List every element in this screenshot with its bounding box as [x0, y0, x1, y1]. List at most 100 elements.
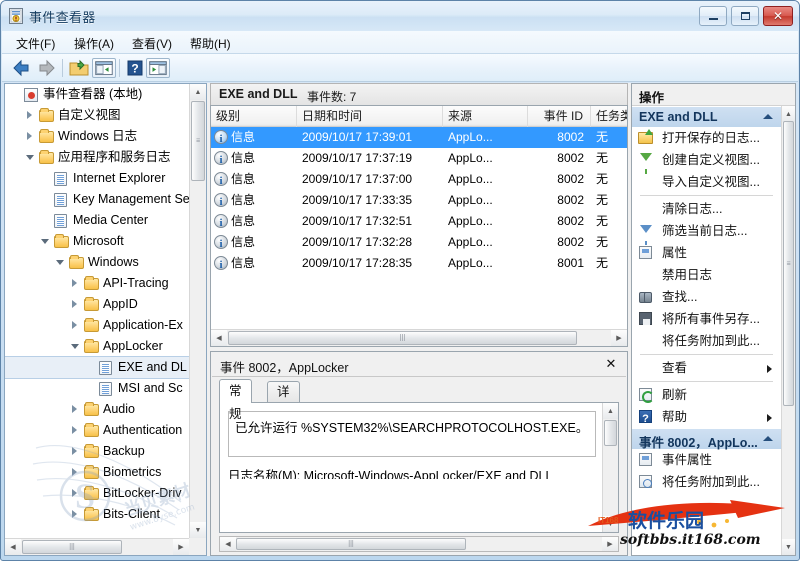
- detail-scroll-left-arrow[interactable]: ◀: [220, 537, 236, 551]
- tree-node[interactable]: 应用程序和服务日志: [5, 147, 189, 168]
- tree-scroll-up-arrow[interactable]: ▲: [190, 84, 206, 100]
- detail-horizontal-scrollbar[interactable]: ◀ ||| ▶: [219, 536, 619, 552]
- chevron-down-icon[interactable]: [41, 237, 50, 246]
- submenu-arrow-icon[interactable]: [767, 365, 772, 373]
- table-row[interactable]: 信息 2009/10/17 17:39:01 AppLo... 8002 无: [211, 127, 627, 150]
- forward-button[interactable]: [36, 58, 58, 78]
- tree-node[interactable]: Key Management Ser: [5, 189, 189, 210]
- minimize-button[interactable]: [699, 6, 727, 26]
- table-row[interactable]: 信息 2009/10/17 17:32:28 AppLo... 8002 无: [211, 232, 627, 255]
- tree-node[interactable]: Authentication: [5, 420, 189, 441]
- tree-node[interactable]: 事件查看器 (本地): [5, 84, 189, 105]
- tree-node[interactable]: Microsoft: [5, 231, 189, 252]
- chevron-right-icon[interactable]: [71, 405, 80, 414]
- tree-node[interactable]: AppLocker: [5, 336, 189, 357]
- chevron-right-icon[interactable]: [71, 447, 80, 456]
- action-item[interactable]: 将所有事件另存...: [632, 308, 781, 330]
- detail-close-icon[interactable]: ✕: [603, 356, 619, 372]
- tree-node[interactable]: Windows: [5, 252, 189, 273]
- tree-node[interactable]: AppID: [5, 294, 189, 315]
- chevron-right-icon[interactable]: [71, 300, 80, 309]
- chevron-up-icon[interactable]: [763, 436, 773, 441]
- submenu-arrow-icon[interactable]: [767, 414, 772, 422]
- actions-scroll-up-arrow[interactable]: ▲: [782, 106, 795, 122]
- menu-file[interactable]: 文件(F): [10, 34, 61, 51]
- menu-help[interactable]: 帮助(H): [184, 34, 237, 51]
- tree-node[interactable]: Bits-Client: [5, 504, 189, 525]
- chevron-right-icon[interactable]: [71, 489, 80, 498]
- actions-vertical-thumb[interactable]: ≡: [783, 121, 794, 406]
- action-item[interactable]: 查找...: [632, 286, 781, 308]
- action-item[interactable]: 禁用日志: [632, 264, 781, 286]
- table-row[interactable]: 信息 2009/10/17 17:28:35 AppLo... 8001 无: [211, 253, 627, 276]
- table-row[interactable]: 信息 2009/10/17 17:33:35 AppLo... 8002 无: [211, 190, 627, 213]
- tree-node[interactable]: Media Center: [5, 210, 189, 231]
- detail-vertical-thumb[interactable]: [604, 420, 617, 446]
- chevron-down-icon[interactable]: [71, 342, 80, 351]
- action-item[interactable]: 刷新: [632, 384, 781, 406]
- detail-scroll-up-arrow[interactable]: ▲: [603, 403, 618, 419]
- menu-action[interactable]: 操作(A): [68, 34, 120, 51]
- tree-node[interactable]: Application-Ex: [5, 315, 189, 336]
- column-header[interactable]: 级别: [211, 106, 297, 127]
- tree-node[interactable]: Backup: [5, 441, 189, 462]
- list-horizontal-thumb[interactable]: |||: [228, 331, 577, 345]
- open-saved-log-button[interactable]: [68, 58, 90, 78]
- tab-details[interactable]: 详细信息: [267, 381, 300, 459]
- action-item[interactable]: 导入自定义视图...: [632, 171, 781, 193]
- menu-view[interactable]: 查看(V): [126, 34, 178, 51]
- close-button[interactable]: ✕: [763, 6, 793, 26]
- tree-node[interactable]: API-Tracing: [5, 273, 189, 294]
- table-row[interactable]: 信息 2009/10/17 17:37:19 AppLo... 8002 无: [211, 148, 627, 171]
- tree-node[interactable]: 自定义视图: [5, 105, 189, 126]
- tree-node[interactable]: Internet Explorer: [5, 168, 189, 189]
- tree-scroll-area[interactable]: 事件查看器 (本地) 自定义视图 Windows 日志 应用程序和服务日志 Intern…: [5, 84, 189, 538]
- tree-vertical-scrollbar[interactable]: ▲ ≡ ▼: [189, 84, 206, 538]
- maximize-button[interactable]: [731, 6, 759, 26]
- detail-scroll-down-arrow[interactable]: ▼: [603, 516, 618, 532]
- chevron-right-icon[interactable]: [71, 321, 80, 330]
- chevron-right-icon[interactable]: [71, 510, 80, 519]
- back-button[interactable]: [10, 58, 32, 78]
- tree-node[interactable]: Audio: [5, 399, 189, 420]
- chevron-right-icon[interactable]: [26, 111, 35, 120]
- detail-vertical-scrollbar[interactable]: ▲ ▼: [602, 403, 618, 532]
- tree-node[interactable]: Windows 日志: [5, 126, 189, 147]
- event-list-horizontal-scrollbar[interactable]: ◀ ||| ▶: [211, 329, 627, 346]
- table-row[interactable]: 信息 2009/10/17 17:37:00 AppLo... 8002 无: [211, 169, 627, 192]
- tree-vertical-thumb[interactable]: ≡: [191, 101, 205, 181]
- actions-group-header[interactable]: EXE and DLL: [632, 106, 781, 127]
- chevron-right-icon[interactable]: [71, 426, 80, 435]
- tree-node[interactable]: MSI and Sc: [5, 378, 189, 399]
- help-button[interactable]: ?: [124, 58, 146, 78]
- tree-scroll-down-arrow[interactable]: ▼: [190, 522, 206, 538]
- action-item[interactable]: 将任务附加到此...: [632, 471, 781, 493]
- detail-scroll-right-arrow[interactable]: ▶: [602, 537, 618, 551]
- tree-horizontal-scrollbar[interactable]: ◀ ||| ▶: [5, 538, 189, 555]
- tree-scroll-right-arrow[interactable]: ▶: [173, 539, 189, 555]
- column-header[interactable]: 事件 ID: [528, 106, 591, 127]
- action-item[interactable]: 将任务附加到此...: [632, 330, 781, 352]
- column-header[interactable]: 日期和时间: [297, 106, 443, 127]
- action-item[interactable]: 筛选当前日志...: [632, 220, 781, 245]
- column-header[interactable]: 来源: [443, 106, 528, 127]
- detail-horizontal-thumb[interactable]: |||: [236, 538, 466, 550]
- tree-scroll-left-arrow[interactable]: ◀: [5, 539, 21, 555]
- table-row[interactable]: 信息 2009/10/17 17:32:51 AppLo... 8002 无: [211, 211, 627, 234]
- action-item[interactable]: 事件属性: [632, 449, 781, 471]
- chevron-down-icon[interactable]: [26, 153, 35, 162]
- column-header[interactable]: 任务类: [591, 106, 627, 127]
- tree-horizontal-thumb[interactable]: |||: [22, 540, 122, 554]
- chevron-up-icon[interactable]: [763, 114, 773, 119]
- action-item[interactable]: 创建自定义视图...: [632, 149, 781, 174]
- actions-vertical-scrollbar[interactable]: ▲ ≡ ▼: [781, 106, 795, 555]
- actions-scroll-down-arrow[interactable]: ▼: [782, 539, 795, 555]
- action-item[interactable]: 属性: [632, 242, 781, 264]
- chevron-right-icon[interactable]: [71, 468, 80, 477]
- tree-node[interactable]: Biometrics: [5, 462, 189, 483]
- show-hide-action-pane-button[interactable]: [146, 58, 170, 78]
- chevron-right-icon[interactable]: [26, 132, 35, 141]
- tab-general[interactable]: 常规: [219, 379, 252, 421]
- action-item[interactable]: 查看: [632, 357, 781, 379]
- actions-group-header[interactable]: 事件 8002，AppLo...: [632, 428, 781, 450]
